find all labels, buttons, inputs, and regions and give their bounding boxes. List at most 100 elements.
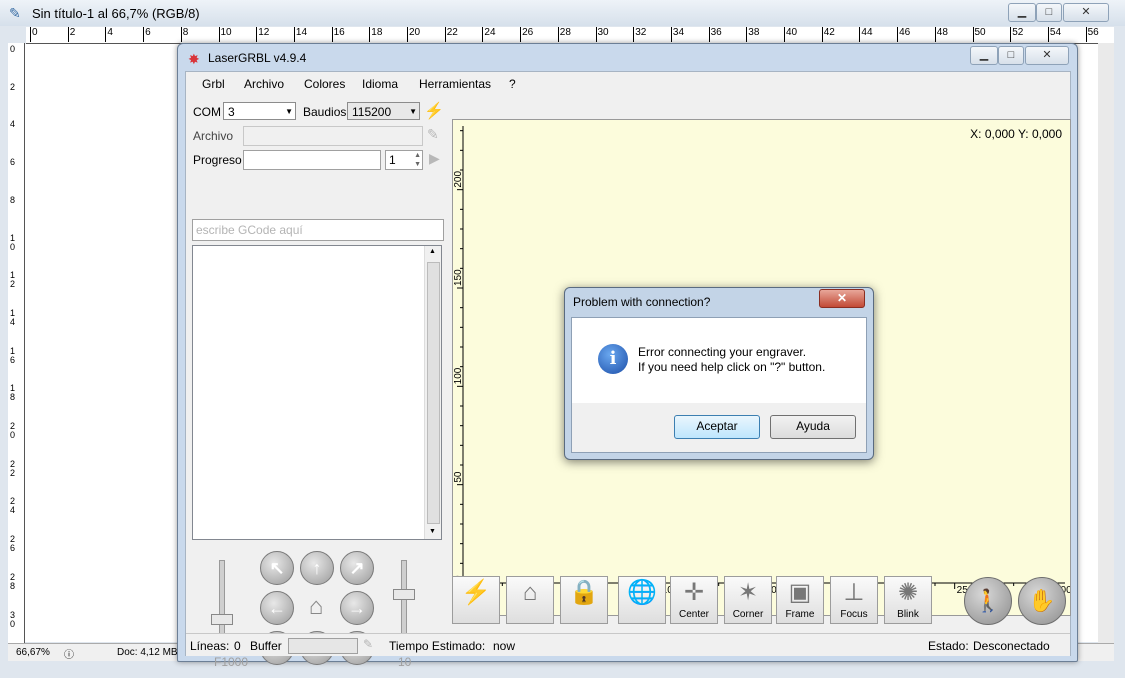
menu-grbl[interactable]: Grbl [196,76,231,92]
scroll-up-icon[interactable]: ▲ [429,248,436,255]
y-tick-label: 200 [453,171,464,188]
ruler-tick [897,27,899,42]
time-value: now [493,639,516,653]
lg-maximize-button[interactable]: □ [998,46,1024,65]
ruler-label: 20 [409,27,421,38]
jog-e-button[interactable]: → [340,591,374,625]
dialog-body: i Error connecting your engraver. If you… [571,317,867,453]
ruler-label: 50 [974,27,986,38]
ruler-tick [218,27,220,42]
gcode-placeholder: escribe GCode aquí [196,223,303,237]
ruler-label: 32 [635,27,647,38]
scroll-thumb[interactable] [427,262,440,524]
tool-button-center[interactable]: ✛ Center [670,576,718,624]
jog-n-button[interactable]: ↑ [300,551,334,585]
ruler-label: 26 [522,27,534,38]
dialog-close-button[interactable]: ✕ [819,289,865,308]
scroll-down-icon[interactable]: ▼ [429,528,436,535]
lasergrbl-title: LaserGRBL v4.9.4 [208,51,307,65]
open-file-icon[interactable]: ✎ [427,126,439,143]
speed-slider-track[interactable] [219,560,225,640]
menu-archivo[interactable]: Archivo [238,76,290,92]
ruler-label: 52 [1012,27,1024,38]
info-icon: i [598,344,628,374]
connection-dialog: Problem with connection? ✕ i Error conne… [564,287,874,460]
speed-label: F1000 [214,655,249,669]
copies-stepper[interactable]: 1 ▲ ▼ [385,150,423,170]
ruler-label: 28 [559,27,571,38]
ruler-label: 22 [446,27,458,38]
tool-button-corner[interactable]: ✶ Corner [724,576,772,624]
ruler-tick [293,27,295,42]
vertical-ruler: 0 2 4 6 8 10 12 14 16 18 20 22 24 26 28 30 [8,43,25,643]
help-button[interactable]: Ayuda [770,415,856,439]
com-value: 3 [228,105,235,119]
tool-button-laser-tool[interactable]: ⚡ [452,576,500,624]
doc-size[interactable]: Doc: 4,12 MB [117,647,178,658]
tool-button-blink[interactable]: ✺ Blink [884,576,932,624]
lg-close-button[interactable]: ✕ [1025,46,1069,65]
baud-select[interactable]: 115200 ▼ [347,102,420,120]
tool-label: Center [678,609,709,620]
ruler-label: 4 [107,27,113,38]
connect-icon[interactable]: ⚡ [424,101,444,121]
ruler-tick [105,27,107,42]
stop-hand-button[interactable]: ✋ [1018,577,1066,625]
stepper-arrows-icon[interactable]: ▲ ▼ [414,151,421,169]
tool-button-globe[interactable]: 🌐 [618,576,666,624]
ruler-label: 24 [10,496,16,516]
step-slider-track[interactable] [401,560,407,640]
run-icon[interactable]: ▶ [429,150,440,167]
menu-help[interactable]: ? [503,76,522,92]
zoom-level[interactable]: 66,67% [16,647,50,658]
globe-icon: 🌐 [627,579,657,606]
com-label: COM [193,105,221,119]
outer-minimize-button[interactable]: ▁ [1008,3,1036,22]
home-icon[interactable]: ⌂ [300,591,332,623]
tool-button-home-search[interactable]: ⌂ [506,576,554,624]
file-label: Archivo [193,129,234,143]
com-select[interactable]: 3 ▼ [223,102,296,120]
ruler-label: 18 [371,27,383,38]
tool-label: Corner [732,609,764,620]
menu-idioma[interactable]: Idioma [356,76,404,92]
ok-button[interactable]: Aceptar [674,415,760,439]
buffer-label: Buffer [250,639,282,653]
tool-label: Frame [785,609,815,620]
console-log[interactable]: ▲ ▼ [192,245,442,540]
outer-title-bar: ✎ Sin título-1 al 66,7% (RGB/8) ▁ □ ✕ [0,0,1125,26]
jog-nw-button[interactable]: ↖ [260,551,294,585]
menu-herramientas[interactable]: Herramientas [413,76,497,92]
ruler-label: 16 [10,345,16,365]
lg-minimize-button[interactable]: ▁ [970,46,998,65]
copies-value: 1 [389,153,396,167]
gcode-input[interactable]: escribe GCode aquí [192,219,444,241]
ruler-label: 56 [1087,27,1099,38]
outer-vertical-scrollbar[interactable] [1098,43,1114,643]
tool-button-frame[interactable]: ▣ Frame [776,576,824,624]
ruler-label: 48 [936,27,948,38]
outer-maximize-button[interactable]: □ [1036,3,1062,22]
outer-close-button[interactable]: ✕ [1063,3,1109,22]
ruler-label: 14 [295,27,308,38]
laser-tool-icon: ⚡ [461,579,491,606]
jog-w-button[interactable]: ← [260,591,294,625]
home-search-icon: ⌂ [522,579,538,606]
chevron-down-icon: ▼ [285,107,293,116]
step-slider-thumb[interactable] [393,589,415,600]
ruler-label: 12 [10,270,16,290]
console-scrollbar[interactable]: ▲ ▼ [424,246,441,539]
ruler-label: 8 [182,27,189,38]
ruler-tick [67,27,69,42]
tool-button-focus[interactable]: ⊥ Focus [830,576,878,624]
menu-colores[interactable]: Colores [298,76,351,92]
file-path-field[interactable] [243,126,423,146]
jog-ne-button[interactable]: ↗ [340,551,374,585]
corner-icon: ✶ [737,579,759,606]
resume-walk-button[interactable]: 🚶 [964,577,1012,625]
dialog-title: Problem with connection? [573,295,711,309]
tool-button-lock[interactable]: 🔒 [560,576,608,624]
info-icon[interactable]: ⓘ [64,646,74,661]
speed-slider-thumb[interactable] [211,614,233,625]
laser-logo-icon: ✸ [188,51,200,67]
